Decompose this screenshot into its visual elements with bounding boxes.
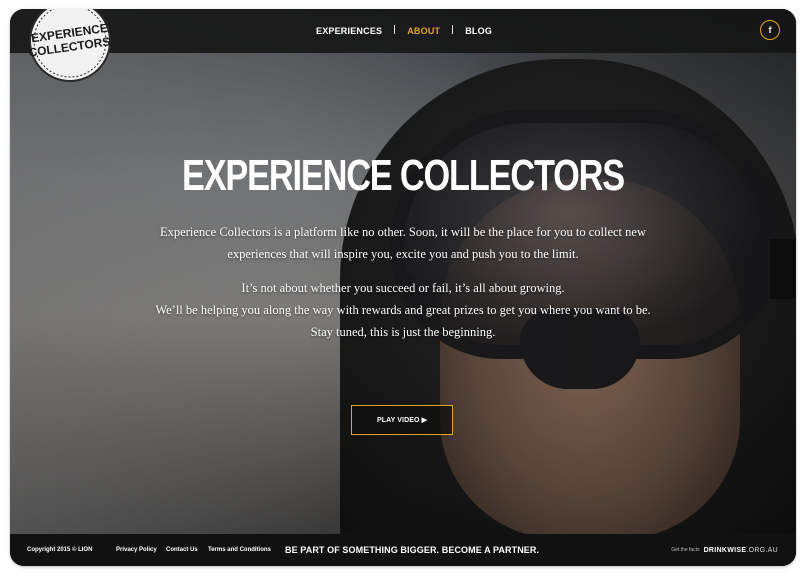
browser-frame: EXPERIENCE COLLECTORS EXPERIENCES ABOUT … <box>10 9 796 566</box>
play-video-button[interactable]: PLAY VIDEO ▶ <box>351 405 453 435</box>
hero-paragraph-2-line-1: It’s not about whether you succeed or fa… <box>241 281 565 295</box>
hero-paragraph-1-line-1: Experience Collectors is a platform like… <box>160 225 646 239</box>
footer-link-privacy-policy[interactable]: Privacy Policy <box>116 547 157 553</box>
play-video-label: PLAY VIDEO <box>376 416 420 424</box>
hero-paragraph-1: Experience Collectors is a platform like… <box>10 221 796 265</box>
nav-separator <box>394 24 396 34</box>
site-logo[interactable]: EXPERIENCE COLLECTORS <box>24 9 116 85</box>
facebook-icon[interactable]: f <box>760 20 780 40</box>
hero-paragraph-2-line-3: Stay tuned, this is just the beginning. <box>310 325 496 339</box>
top-navigation-bar: EXPERIENCE COLLECTORS EXPERIENCES ABOUT … <box>10 9 796 82</box>
nav-item-about[interactable]: ABOUT <box>407 26 440 36</box>
footer-copyright: Copyright 2015 © LION <box>27 547 93 553</box>
drinkwise-domain: .ORG.AU <box>746 546 778 554</box>
hero-paragraph-1-line-2: experiences that will inspire you, excit… <box>227 247 579 261</box>
site-footer: Copyright 2015 © LION Privacy Policy Con… <box>10 534 796 566</box>
footer-link-terms[interactable]: Terms and Conditions <box>208 547 271 553</box>
footer-partner-tagline[interactable]: BE PART OF SOMETHING BIGGER. BECOME A PA… <box>285 545 539 555</box>
nav-separator <box>452 24 454 34</box>
main-nav: EXPERIENCES ABOUT BLOG <box>316 22 492 40</box>
play-triangle-icon: ▶ <box>421 417 428 424</box>
drinkwise-facts-label: Get the facts <box>671 547 700 553</box>
nav-item-experiences[interactable]: EXPERIENCES <box>316 26 382 36</box>
hero-paragraph-2: It’s not about whether you succeed or fa… <box>10 277 796 343</box>
hero-paragraph-2-line-2: We’ll be helping you along the way with … <box>155 303 651 317</box>
footer-link-contact-us[interactable]: Contact Us <box>166 547 198 553</box>
hero-title: EXPERIENCE COLLECTORS <box>181 151 625 200</box>
drinkwise-logo: DRINKWISE.ORG.AU <box>704 547 778 554</box>
logo-badge-icon: EXPERIENCE COLLECTORS <box>28 9 111 82</box>
drinkwise-link[interactable]: Get the facts DRINKWISE.ORG.AU <box>671 547 778 554</box>
nav-item-blog[interactable]: BLOG <box>465 26 492 36</box>
drinkwise-bold: DRINKWISE <box>703 546 747 554</box>
